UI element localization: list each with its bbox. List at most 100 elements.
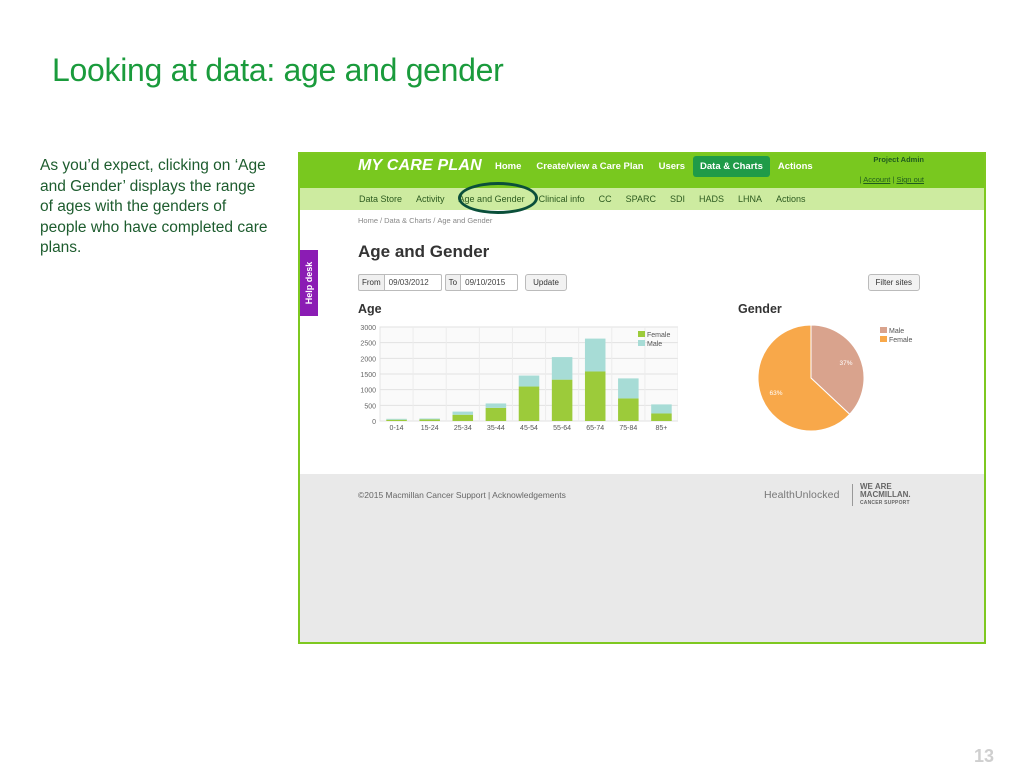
x-tick-label: 35-44 xyxy=(487,425,505,432)
gender-chart: 37% 63% Male Female xyxy=(757,324,912,432)
page-number: 13 xyxy=(973,746,994,766)
bar-female xyxy=(452,414,474,421)
subnav-item-data-store[interactable]: Data Store xyxy=(352,194,409,204)
y-tick-label: 2000 xyxy=(360,356,376,363)
macmillan-logo[interactable]: WE ARE MACMILLAN. CANCER SUPPORT xyxy=(860,483,911,507)
help-desk-label: Help desk xyxy=(304,261,314,305)
pie-value-label: 37% xyxy=(840,360,853,367)
from-group: From 09/03/2012 xyxy=(358,274,442,291)
nav-item-home[interactable]: Home xyxy=(488,156,528,177)
update-button[interactable]: Update xyxy=(525,274,567,291)
nav-item-data-charts[interactable]: Data & Charts xyxy=(693,155,770,177)
legend-label-female: Female xyxy=(889,337,912,344)
bar-male xyxy=(452,411,474,415)
x-tick-label: 85+ xyxy=(656,425,668,432)
slide-intro-text: As you’d expect, clicking on ‘Age and Ge… xyxy=(40,157,268,256)
x-tick-label: 15-24 xyxy=(421,425,439,432)
app-screenshot-frame: MY CARE PLAN Home Create/view a Care Pla… xyxy=(298,152,986,644)
legend-label-male: Male xyxy=(647,341,662,348)
subnav-item-lhna[interactable]: LHNA xyxy=(731,194,769,204)
breadcrumb-current: Age and Gender xyxy=(437,216,493,225)
from-date-input[interactable]: 09/03/2012 xyxy=(383,274,442,291)
subnav-item-cc[interactable]: CC xyxy=(592,194,619,204)
footer-divider xyxy=(852,484,853,506)
sub-nav: Data Store Activity Age and Gender Clini… xyxy=(352,188,813,210)
y-tick-label: 0 xyxy=(372,419,376,426)
legend-label-female: Female xyxy=(647,332,670,339)
slide-title: Looking at data: age and gender xyxy=(52,52,504,88)
breadcrumb-sep: / xyxy=(433,216,436,225)
breadcrumb-data-charts[interactable]: Data & Charts xyxy=(384,216,431,225)
bar-female xyxy=(518,386,540,421)
macmillan-line-2: MACMILLAN. xyxy=(860,490,911,499)
bar-female xyxy=(584,371,606,421)
bar-male xyxy=(584,338,606,372)
filter-sites-button[interactable]: Filter sites xyxy=(867,274,920,291)
y-tick-label: 3000 xyxy=(360,325,376,332)
bar-female xyxy=(618,398,639,421)
breadcrumb: Home / Data & Charts / Age and Gender xyxy=(358,216,492,225)
sub-nav-bar: Data Store Activity Age and Gender Clini… xyxy=(300,188,984,210)
gender-chart-title: Gender xyxy=(738,302,782,316)
y-tick-label: 2500 xyxy=(360,341,376,348)
y-tick-label: 500 xyxy=(364,403,376,410)
account-links: | Account | Sign out xyxy=(860,175,924,184)
bar-female xyxy=(651,413,672,421)
bar-female xyxy=(386,419,407,421)
y-tick-label: 1500 xyxy=(360,372,376,379)
to-date-input[interactable]: 09/10/2015 xyxy=(460,274,519,291)
user-name: Project Admin xyxy=(873,155,924,164)
subnav-item-sparc[interactable]: SPARC xyxy=(619,194,663,204)
subnav-item-sdi[interactable]: SDI xyxy=(663,194,692,204)
legend-swatch-female xyxy=(880,336,887,342)
legend-swatch-male xyxy=(638,340,645,346)
y-tick-label: 1000 xyxy=(360,388,376,395)
subnav-item-hads[interactable]: HADS xyxy=(692,194,731,204)
account-box: Project Admin | Account | Sign out xyxy=(860,155,924,184)
bar-female xyxy=(485,407,507,421)
subnav-item-clinical-info[interactable]: Clinical info xyxy=(532,194,592,204)
bar-male xyxy=(419,418,440,420)
x-tick-label: 75-84 xyxy=(619,425,637,432)
legend-label-male: Male xyxy=(889,328,904,335)
breadcrumb-sep: / xyxy=(380,216,383,225)
from-label: From xyxy=(358,274,384,291)
legend-swatch-female xyxy=(638,331,645,337)
highlight-ring xyxy=(458,182,538,214)
x-tick-label: 55-64 xyxy=(553,425,571,432)
footer-copyright: ©2015 Macmillan Cancer Support | Acknowl… xyxy=(358,490,566,500)
age-chart-title: Age xyxy=(358,302,382,316)
bar-male xyxy=(651,404,672,414)
legend-swatch-male xyxy=(880,327,887,333)
healthunlocked-logo[interactable]: HealthUnlocked xyxy=(764,489,840,501)
nav-item-actions[interactable]: Actions xyxy=(771,156,820,177)
nav-item-users[interactable]: Users xyxy=(652,156,692,177)
sign-out-link[interactable]: Sign out xyxy=(896,175,924,184)
help-desk-tab[interactable]: Help desk xyxy=(300,250,318,316)
bar-female xyxy=(419,419,440,421)
bar-male xyxy=(518,375,540,387)
x-tick-label: 65-74 xyxy=(586,425,604,432)
x-tick-label: 25-34 xyxy=(454,425,472,432)
bar-male xyxy=(618,378,639,399)
breadcrumb-home[interactable]: Home xyxy=(358,216,378,225)
app-window: MY CARE PLAN Home Create/view a Care Pla… xyxy=(300,154,984,474)
x-tick-label: 45-54 xyxy=(520,425,538,432)
subnav-item-activity[interactable]: Activity xyxy=(409,194,452,204)
app-logo[interactable]: MY CARE PLAN xyxy=(358,157,482,175)
bar-female xyxy=(551,379,573,421)
pie-value-label: 63% xyxy=(769,390,782,397)
to-group: To 09/10/2015 xyxy=(444,274,519,291)
top-nav: Home Create/view a Care Plan Users Data … xyxy=(488,154,821,178)
date-filter-row: From 09/03/2012 To 09/10/2015 Update xyxy=(358,274,567,291)
top-nav-bar: MY CARE PLAN Home Create/view a Care Pla… xyxy=(300,154,984,188)
age-chart: 0 500 1000 1500 2000 2500 3000 0-14 15-24 25-34 35… xyxy=(360,325,678,432)
account-link[interactable]: Account xyxy=(863,175,890,184)
nav-item-care-plan[interactable]: Create/view a Care Plan xyxy=(529,156,650,177)
bar-male xyxy=(386,418,407,420)
macmillan-line-3: CANCER SUPPORT xyxy=(860,500,910,506)
x-tick-label: 0-14 xyxy=(390,425,404,432)
subnav-item-actions[interactable]: Actions xyxy=(769,194,813,204)
to-label: To xyxy=(444,274,461,291)
bar-male xyxy=(551,357,573,380)
